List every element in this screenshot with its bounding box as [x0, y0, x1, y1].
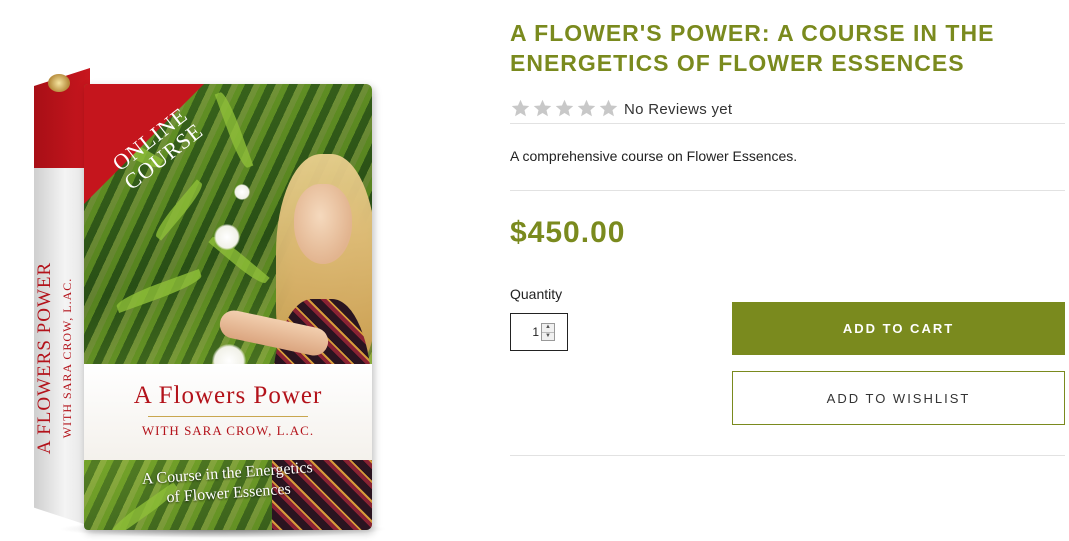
quantity-label: Quantity [510, 286, 563, 302]
divider [510, 190, 1065, 191]
quantity-stepper[interactable]: 1 ▲ ▼ [510, 313, 568, 351]
quantity-spinner[interactable]: ▲ ▼ [541, 323, 555, 341]
person-face [294, 184, 352, 264]
rating-row: No Reviews yet [510, 97, 732, 121]
star-icon[interactable] [576, 98, 598, 120]
chevron-up-icon[interactable]: ▲ [542, 324, 554, 332]
flower-decoration [214, 224, 240, 250]
cover-divider [148, 416, 308, 417]
quantity-value[interactable]: 1 [532, 325, 539, 339]
spine-title: A FLOWERS POWER [34, 261, 55, 455]
product-price: $450.00 [510, 216, 626, 249]
product-title: A FLOWER'S POWER: A COURSE IN THE ENERGE… [510, 20, 995, 76]
reviews-link[interactable]: No Reviews yet [624, 101, 732, 118]
product-image: A FLOWERS POWER WITH SARA CROW, L.AC. ON… [28, 50, 388, 538]
star-icon[interactable] [532, 98, 554, 120]
cover-title: A Flowers Power [133, 382, 323, 409]
chevron-down-icon[interactable]: ▼ [542, 331, 554, 340]
leaf-decoration [214, 90, 254, 170]
star-icon[interactable] [510, 98, 532, 120]
cover-subtitle: WITH SARA CROW, L.AC. [141, 423, 315, 438]
box-front-cover: ONLINE COURSE A Flowers Power WITH SARA … [84, 84, 372, 530]
divider [510, 123, 1065, 124]
flower-decoration [234, 184, 250, 200]
add-to-cart-button[interactable]: ADD TO CART [732, 302, 1065, 355]
leaf-decoration [114, 269, 204, 313]
logo-icon [48, 74, 70, 92]
add-to-wishlist-button[interactable]: ADD TO WISHLIST [732, 371, 1065, 425]
leaf-decoration [151, 179, 207, 241]
star-icon[interactable] [598, 98, 620, 120]
product-description: A comprehensive course on Flower Essence… [510, 148, 798, 164]
divider [510, 455, 1065, 456]
star-icon[interactable] [554, 98, 576, 120]
cover-title-band: A Flowers Power WITH SARA CROW, L.AC. [84, 364, 372, 460]
spine-subtitle: WITH SARA CROW, L.AC. [60, 277, 74, 439]
